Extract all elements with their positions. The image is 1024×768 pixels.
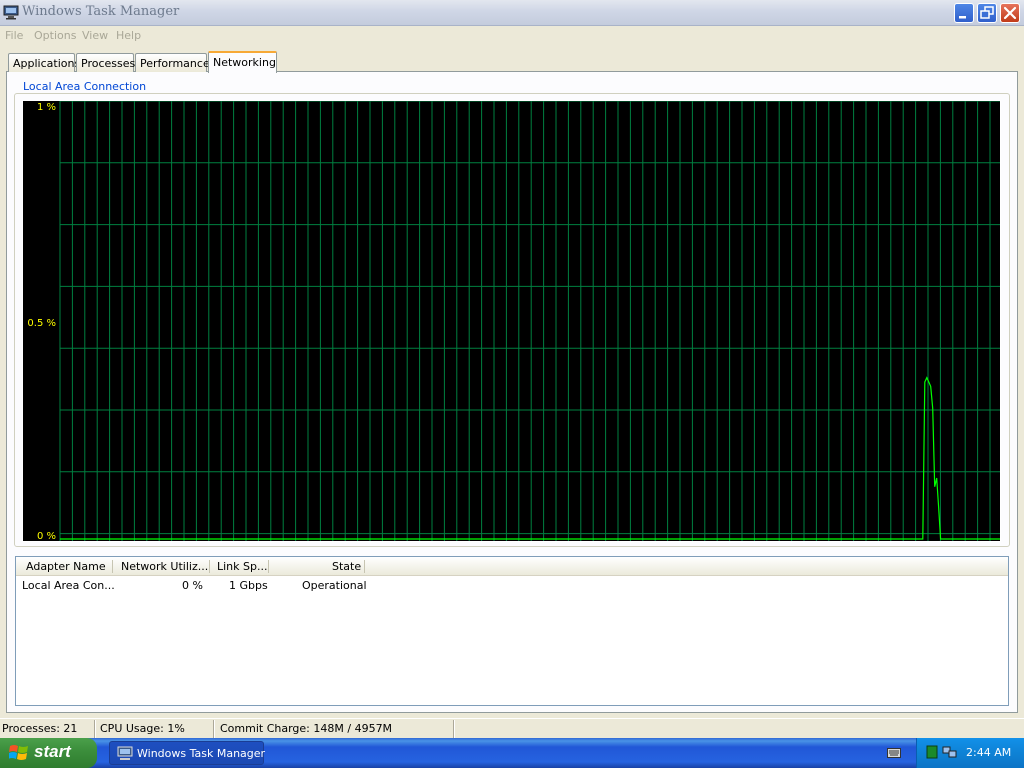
start-button[interactable]: start — [0, 738, 97, 768]
network-connection-icon[interactable] — [942, 745, 958, 762]
menu-help[interactable]: Help — [116, 29, 141, 42]
tab-processes[interactable]: Processes — [76, 53, 135, 72]
commit-charge: Commit Charge: 148M / 4957M — [220, 722, 393, 735]
link-speed-cell: 1 Gbps — [229, 579, 268, 592]
cpu-usage: CPU Usage: 1% — [100, 722, 185, 735]
column-separator[interactable] — [364, 560, 365, 573]
status-divider — [94, 720, 96, 738]
processes-count: Processes: 21 — [2, 722, 78, 735]
clock: 2:44 AM — [966, 746, 1012, 759]
minimize-icon — [959, 16, 966, 19]
menu-view[interactable]: View — [82, 29, 108, 42]
adapter-list[interactable]: Adapter Name Network Utiliz... Link Sp..… — [15, 556, 1009, 706]
status-divider — [453, 720, 455, 738]
status-bar: Processes: 21 CPU Usage: 1% Commit Charg… — [0, 718, 1024, 738]
network-status-icon[interactable] — [926, 745, 938, 762]
column-separator[interactable] — [112, 560, 113, 573]
minimize-button[interactable] — [954, 3, 974, 23]
close-button[interactable] — [1000, 3, 1020, 23]
menu-options[interactable]: Options — [34, 29, 76, 42]
adapter-list-header: Adapter Name Network Utiliz... Link Sp..… — [16, 557, 1008, 576]
graph-canvas: 1 % 0.5 % 0 % — [23, 101, 1000, 541]
menu-file[interactable]: File — [5, 29, 23, 42]
graph-group-label: Local Area Connection — [21, 80, 149, 93]
task-manager-icon — [117, 746, 133, 764]
network-utilization-graph: 1 % 0.5 % 0 % — [22, 100, 1001, 542]
close-icon — [1003, 6, 1017, 20]
title-bar[interactable]: Windows Task Manager — [0, 0, 1024, 26]
adapter-name-cell: Local Area Con... — [22, 579, 115, 592]
column-adapter-name[interactable]: Adapter Name — [26, 560, 106, 573]
column-network-utilization[interactable]: Network Utiliz... — [121, 560, 208, 573]
taskbar-button-task-manager[interactable]: Windows Task Manager — [109, 741, 266, 765]
windows-logo-icon — [8, 744, 29, 765]
column-link-speed[interactable]: Link Sp... — [217, 560, 267, 573]
status-divider — [213, 720, 215, 738]
column-separator[interactable] — [209, 560, 210, 573]
start-label: start — [34, 742, 71, 761]
tab-applications[interactable]: Applications — [8, 53, 80, 72]
column-separator[interactable] — [268, 560, 269, 573]
state-cell: Operational — [302, 579, 367, 592]
task-manager-icon — [3, 5, 19, 20]
y-axis-label-mid: 0.5 % — [27, 318, 56, 329]
y-axis-label-top: 1 % — [37, 102, 56, 113]
menu-bar: File Options View Help — [0, 26, 1024, 45]
restore-button[interactable] — [977, 3, 997, 23]
utilization-cell: 0 % — [182, 579, 203, 592]
window-title: Windows Task Manager — [22, 4, 180, 19]
tab-performance[interactable]: Performance — [135, 53, 210, 72]
keyboard-icon[interactable] — [887, 748, 901, 761]
tab-networking[interactable]: Networking — [208, 51, 277, 73]
taskbar: start Windows Task Manager 2:44 AM — [0, 738, 1024, 768]
y-axis-label-bottom: 0 % — [37, 531, 56, 541]
restore-icon — [980, 6, 994, 19]
column-state[interactable]: State — [332, 560, 361, 573]
taskbar-button-label: Windows Task Manager — [137, 747, 266, 760]
